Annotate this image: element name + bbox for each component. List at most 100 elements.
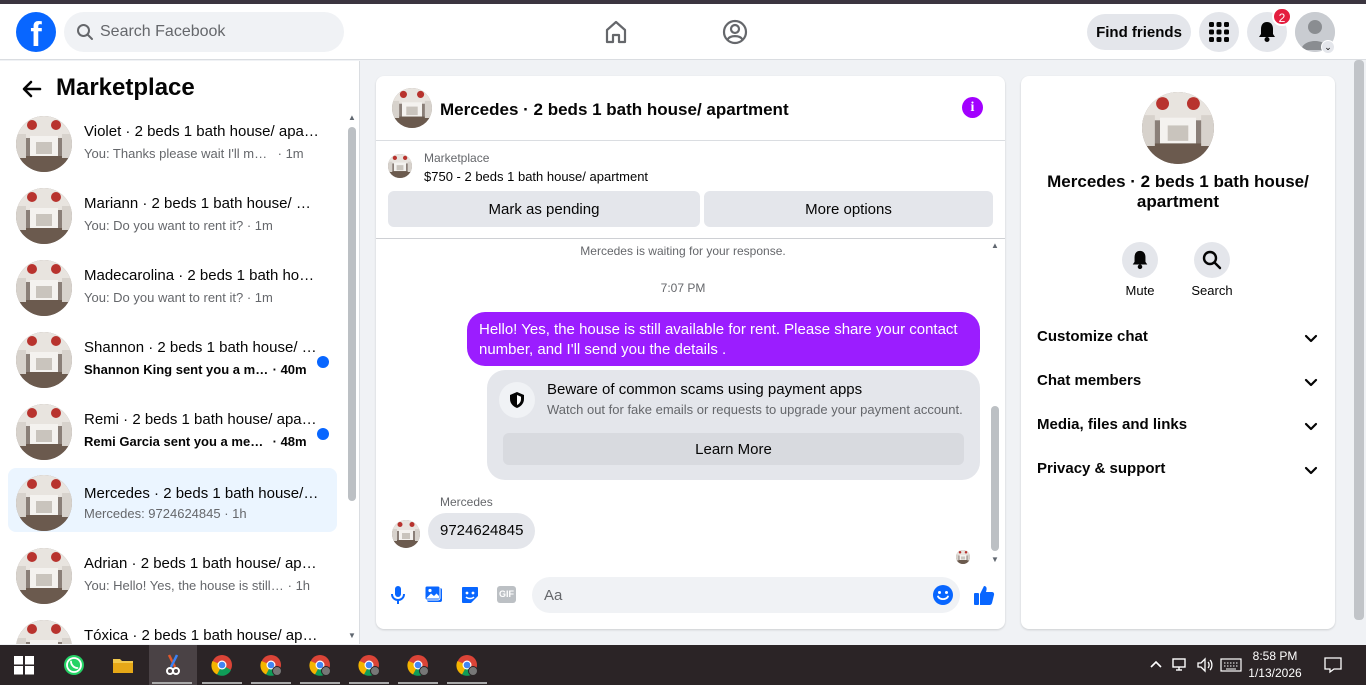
more-options-button[interactable]: More options [704,191,993,227]
chevron-down-icon [1304,466,1318,475]
page-scrollbar[interactable] [1352,60,1366,644]
microphone-icon[interactable] [388,585,408,605]
top-navbar: f Find friends 2 ⌄ [0,4,1366,60]
search-input[interactable] [100,12,336,52]
section-label: Media, files and links [1037,416,1188,433]
mute-action[interactable]: Mute [1112,242,1168,298]
chat-header: Mercedes · 2 beds 1 bath house/ apartmen… [376,76,1005,141]
conversation-item[interactable]: Adrian · 2 beds 1 bath house/ apartment … [8,544,337,608]
scrollbar-thumb[interactable] [348,127,356,501]
taskbar-active-indicator [349,682,389,684]
windows-start-icon[interactable] [12,653,36,677]
privacy-support-section[interactable]: Privacy & support [1029,448,1327,492]
sender-name: Mercedes [440,495,493,509]
listing-thumbnail [16,404,72,460]
listing-thumbnail [16,475,72,531]
profile-circle-icon[interactable] [721,18,749,46]
search-bar[interactable] [64,12,344,52]
back-arrow-icon[interactable] [20,77,44,101]
learn-more-button[interactable]: Learn More [503,433,964,465]
conversation-info-panel: Mercedes · 2 beds 1 bath house/ apartmen… [1021,76,1335,629]
conversation-item[interactable]: Remi · 2 beds 1 bath house/ apartment Re… [8,400,337,464]
scrollbar-thumb[interactable] [991,406,999,551]
message-input-box[interactable] [532,577,960,613]
scam-warning-card: Beware of common scams using payment app… [487,370,980,480]
windows-taskbar: 8:58 PM 1/13/2026 [0,645,1366,685]
scroll-up-arrow-icon[interactable]: ▲ [347,113,357,122]
conversation-item[interactable]: Tóxica · 2 beds 1 bath house/ apartment [8,616,337,644]
chevron-down-icon [1304,334,1318,343]
sender-avatar[interactable] [392,520,420,548]
customize-chat-section[interactable]: Customize chat [1029,316,1327,360]
message-input[interactable] [544,577,924,613]
scroll-down-arrow-icon[interactable]: ▼ [347,631,357,640]
facebook-logo-icon[interactable]: f [16,12,56,52]
chevron-down-icon[interactable]: ⌄ [1321,40,1335,54]
section-label: Chat members [1037,372,1142,389]
conversation-name: Madecarolina · 2 beds 1 bath house/ apar… [84,267,319,284]
listing-thumbnail[interactable] [1142,92,1214,164]
snipping-tool-icon[interactable] [161,653,185,677]
photo-gallery-icon[interactable] [424,585,444,605]
listing-thumbnail[interactable] [388,154,412,178]
chat-title[interactable]: Mercedes · 2 beds 1 bath house/ apartmen… [440,100,789,120]
file-explorer-icon[interactable] [111,653,135,677]
listing-description[interactable]: $750 - 2 beds 1 bath house/ apartment [424,169,648,184]
keyboard-icon[interactable] [1220,658,1242,672]
notification-center-icon[interactable] [1324,656,1342,674]
emoji-icon[interactable] [932,584,954,606]
taskbar-active-indicator [152,682,192,684]
thread-scrollbar[interactable]: ▲ ▼ [989,239,1001,571]
home-icon[interactable] [602,18,630,46]
chrome-icon[interactable] [210,653,234,677]
chat-avatar[interactable] [392,88,432,128]
find-friends-button[interactable]: Find friends [1087,14,1191,50]
chrome-profile-icon[interactable] [357,653,381,677]
menu-button[interactable] [1199,12,1239,52]
whatsapp-icon[interactable] [62,653,86,677]
chat-members-section[interactable]: Chat members [1029,360,1327,404]
chrome-profile-icon[interactable] [308,653,332,677]
sticker-icon[interactable] [460,585,480,605]
conversation-item[interactable]: Shannon · 2 beds 1 bath house/ apartment… [8,328,337,392]
search-action[interactable]: Search [1184,242,1240,298]
shield-icon [499,382,535,418]
mark-as-pending-button[interactable]: Mark as pending [388,191,700,227]
scroll-up-arrow-icon[interactable]: ▲ [989,241,1001,250]
unread-dot [317,428,329,440]
message-composer: GIF [376,571,1005,629]
sidebar-scrollbar[interactable]: ▲ ▼ [347,113,357,643]
chrome-profile-icon[interactable] [259,653,283,677]
thumbs-up-icon[interactable] [972,583,996,607]
network-icon[interactable] [1172,657,1190,673]
taskbar-active-indicator [447,682,487,684]
section-label: Privacy & support [1037,460,1166,477]
scroll-down-arrow-icon[interactable]: ▼ [989,555,1001,564]
waiting-notice: Mercedes is waiting for your response. [580,244,786,258]
chrome-profile-icon[interactable] [406,653,430,677]
scrollbar-thumb[interactable] [1354,60,1364,620]
gif-icon[interactable]: GIF [497,586,516,603]
conversation-preview: Mercedes: 9724624845 · 1h [84,506,247,521]
chevron-down-icon [1304,422,1318,431]
conversation-item[interactable]: Mariann · 2 beds 1 bath house/ apartment… [8,184,337,248]
chevron-up-icon[interactable] [1150,659,1162,669]
listing-thumbnail [16,332,72,388]
incoming-message[interactable]: 9724624845 [428,513,536,549]
search-icon[interactable] [1194,242,1230,278]
conversation-item-active[interactable]: Mercedes · 2 beds 1 bath house/ apartmen… [8,468,337,532]
conversation-item[interactable]: Madecarolina · 2 beds 1 bath house/ apar… [8,256,337,320]
conversation-item[interactable]: Violet · 2 beds 1 bath house/ apartment … [8,112,337,176]
info-icon[interactable]: i [962,97,983,118]
media-files-links-section[interactable]: Media, files and links [1029,404,1327,448]
outgoing-message[interactable]: Hello! Yes, the house is still available… [467,312,980,366]
speaker-icon[interactable] [1196,657,1214,673]
chrome-profile-icon[interactable] [455,653,479,677]
section-label: Customize chat [1037,328,1148,345]
conversation-preview: Shannon King sent you a message · 40m [84,362,307,377]
listing-thumbnail [16,116,72,172]
system-clock[interactable]: 8:58 PM 1/13/2026 [1244,648,1306,682]
bell-icon[interactable] [1122,242,1158,278]
search-label: Search [1191,283,1233,298]
message-timestamp: 7:07 PM [660,281,706,295]
